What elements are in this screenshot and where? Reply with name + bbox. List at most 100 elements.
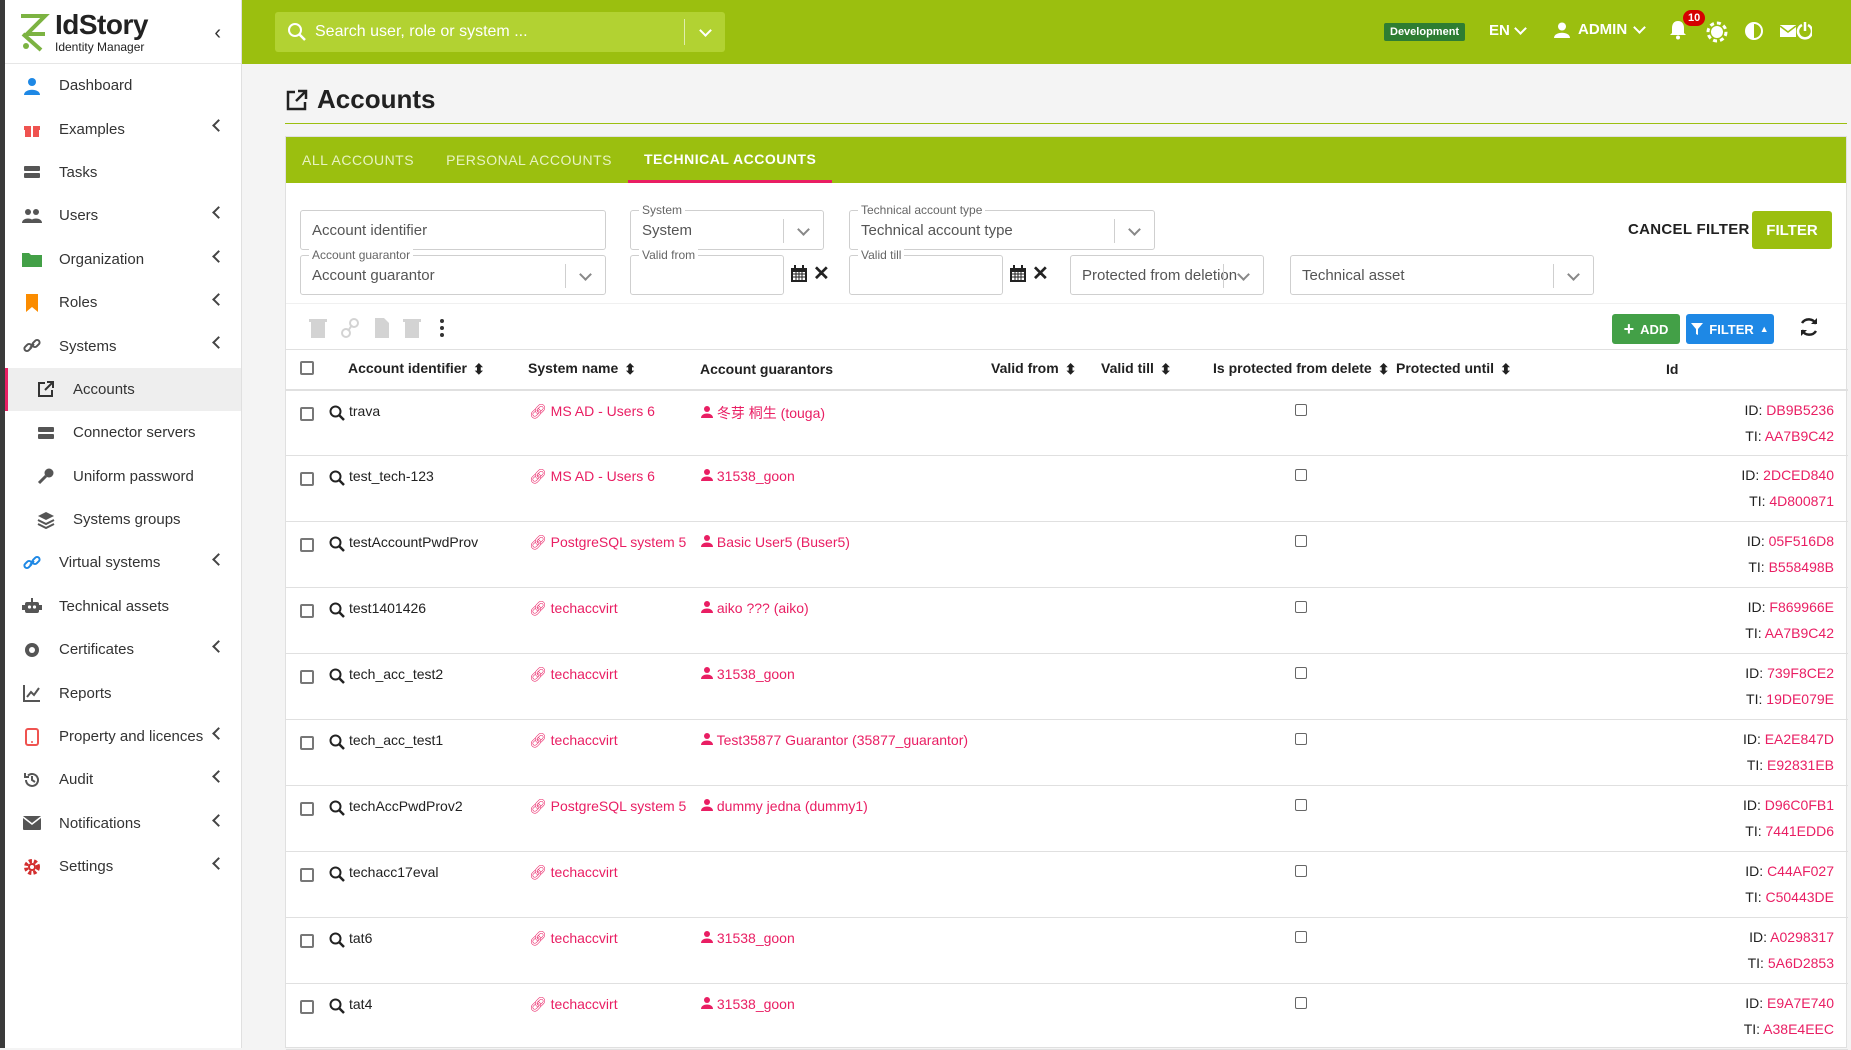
apply-filter-button[interactable]: FILTER [1752,211,1832,249]
clear-valid-from-icon[interactable]: ✕ [813,261,830,286]
id-link[interactable]: 739F8CE2 [1767,665,1834,681]
system-dropdown[interactable] [783,219,823,243]
id-link[interactable]: 05F516D8 [1769,533,1834,549]
row-checkbox[interactable] [300,538,314,552]
guarantor-link[interactable]: 冬芽 桐生 (touga) [701,405,825,421]
search-input[interactable]: Search user, role or system ... [315,23,684,41]
system-link[interactable]: 🔗︎ PostgreSQL system 5 [529,798,686,814]
id-link[interactable]: DB9B5236 [1766,402,1834,418]
guarantor-link[interactable]: dummy jedna (dummy1) [701,798,868,814]
valid-till-field[interactable]: Valid till [849,248,1003,295]
refresh-icon[interactable] [1798,316,1820,338]
technical-asset-select[interactable]: Technical asset [1290,255,1594,295]
row-checkbox[interactable] [300,472,314,486]
valid-from-field[interactable]: Valid from [630,248,784,295]
guarantor-link[interactable]: 31538_goon [701,666,795,682]
row-checkbox[interactable] [300,736,314,750]
column-system-name[interactable]: System name ⬍ [528,350,700,390]
table-row[interactable]: trava 🔗︎ MS AD - Users 6 冬芽 桐生 (touga) I… [286,390,1848,456]
sidebar-item-connector-servers[interactable]: Connector servers [5,411,241,454]
more-vertical-icon[interactable] [439,318,445,338]
collapse-sidebar-icon[interactable]: ‹ [214,22,221,45]
system-link[interactable]: 🔗︎ techaccvirt [529,864,618,880]
search-icon[interactable] [329,602,345,618]
logout-icon[interactable] [1779,21,1814,46]
id-link[interactable]: 2DCED840 [1763,467,1834,483]
search-icon[interactable] [329,866,345,882]
ti-link[interactable]: A38E4EEC [1763,1021,1834,1037]
search-icon[interactable] [329,800,345,816]
technical-asset-dropdown[interactable] [1553,264,1593,288]
sidebar-item-systems-groups[interactable]: Systems groups [5,498,241,541]
system-select[interactable]: System System [630,203,824,250]
id-link[interactable]: C44AF027 [1767,863,1834,879]
row-checkbox[interactable] [300,670,314,684]
tab-personal-accounts[interactable]: PERSONAL ACCOUNTS [446,137,628,183]
system-link[interactable]: 🔗︎ techaccvirt [529,732,618,748]
notifications-button[interactable]: 10 [1669,10,1706,45]
brand[interactable]: IdStory Identity Manager ‹ [5,0,241,64]
ti-link[interactable]: 19DE079E [1766,691,1834,707]
search-dropdown-button[interactable] [685,23,725,37]
table-row[interactable]: tat4 🔗︎ techaccvirt 31538_goon ID: E9A7E… [286,984,1848,1050]
system-link[interactable]: 🔗︎ MS AD - Users 6 [529,403,655,419]
column-valid-from[interactable]: Valid from ⬍ [991,350,1101,390]
global-search[interactable]: Search user, role or system ... [275,12,725,52]
column-protected-until[interactable]: Protected until ⬍ [1396,350,1536,390]
id-link[interactable]: EA2E847D [1765,731,1834,747]
search-icon[interactable] [329,536,345,552]
guarantor-link[interactable]: 31538_goon [701,996,795,1012]
ti-link[interactable]: E92831EB [1767,757,1834,773]
add-account-button[interactable]: + ADD [1612,314,1680,344]
tab-technical-accounts[interactable]: TECHNICAL ACCOUNTS [627,137,833,183]
account-guarantor-dropdown[interactable] [565,264,605,288]
sidebar-item-dashboard[interactable]: Dashboard [5,64,241,107]
table-row[interactable]: tat6 🔗︎ techaccvirt 31538_goon ID: A0298… [286,918,1848,984]
cancel-filter-button[interactable]: CANCEL FILTER [1628,221,1750,238]
table-row[interactable]: test1401426 🔗︎ techaccvirt aiko ??? (aik… [286,588,1848,654]
ti-link[interactable]: B558498B [1769,559,1834,575]
contrast-icon[interactable] [1744,21,1764,46]
row-checkbox[interactable] [300,604,314,618]
column-valid-till[interactable]: Valid till ⬍ [1101,350,1213,390]
technical-account-type-select[interactable]: Technical account type Technical account… [849,203,1155,250]
table-row[interactable]: testAccountPwdProv 🔗︎ PostgreSQL system … [286,522,1848,588]
guarantor-link[interactable]: Basic User5 (Buser5) [701,534,850,550]
table-row[interactable]: techAccPwdProv2 🔗︎ PostgreSQL system 5 d… [286,786,1848,852]
row-checkbox[interactable] [300,1000,314,1014]
ti-link[interactable]: 4D800871 [1769,493,1834,509]
table-row[interactable]: tech_acc_test1 🔗︎ techaccvirt Test35877 … [286,720,1848,786]
guarantor-link[interactable]: 31538_goon [701,930,795,946]
id-link[interactable]: D96C0FB1 [1765,797,1834,813]
row-checkbox[interactable] [300,868,314,882]
ti-link[interactable]: 5A6D2853 [1768,955,1834,971]
system-link[interactable]: 🔗︎ MS AD - Users 6 [529,468,655,484]
table-row[interactable]: techacc17eval 🔗︎ techaccvirt ID: C44AF02… [286,852,1848,918]
ti-link[interactable]: AA7B9C42 [1765,625,1834,641]
column-account-identifier[interactable]: Account identifier ⬍ [348,350,528,390]
column-is-protected[interactable]: Is protected from delete ⬍ [1213,350,1396,390]
system-link[interactable]: 🔗︎ techaccvirt [529,996,618,1012]
language-selector[interactable]: EN [1489,22,1527,39]
account-guarantor-select[interactable]: Account guarantor Account guarantor [300,248,606,295]
system-link[interactable]: 🔗︎ techaccvirt [529,600,618,616]
search-icon[interactable] [329,668,345,684]
id-link[interactable]: E9A7E740 [1767,995,1834,1011]
protected-from-deletion-select[interactable]: Protected from deletion [1070,255,1264,295]
user-menu[interactable]: ADMIN [1554,21,1647,38]
id-link[interactable]: F869966E [1769,599,1834,615]
sidebar-item-reports[interactable]: Reports [5,671,241,714]
sidebar-item-examples[interactable]: Examples [5,107,241,150]
sidebar-item-accounts[interactable]: Accounts [5,367,241,412]
row-checkbox[interactable] [300,802,314,816]
sidebar-item-virtual-systems[interactable]: Virtual systems [5,541,241,584]
sidebar-item-roles[interactable]: Roles [5,281,241,324]
sidebar-item-audit[interactable]: Audit [5,758,241,801]
calendar-icon[interactable] [1009,265,1027,283]
id-link[interactable]: A0298317 [1770,929,1834,945]
toggle-filter-button[interactable]: FILTER ▲ [1686,314,1774,344]
sidebar-item-property-licences[interactable]: Property and licences [5,715,241,758]
system-link[interactable]: 🔗︎ PostgreSQL system 5 [529,534,686,550]
sidebar-item-users[interactable]: Users [5,194,241,237]
ti-link[interactable]: 7441EDD6 [1766,823,1835,839]
